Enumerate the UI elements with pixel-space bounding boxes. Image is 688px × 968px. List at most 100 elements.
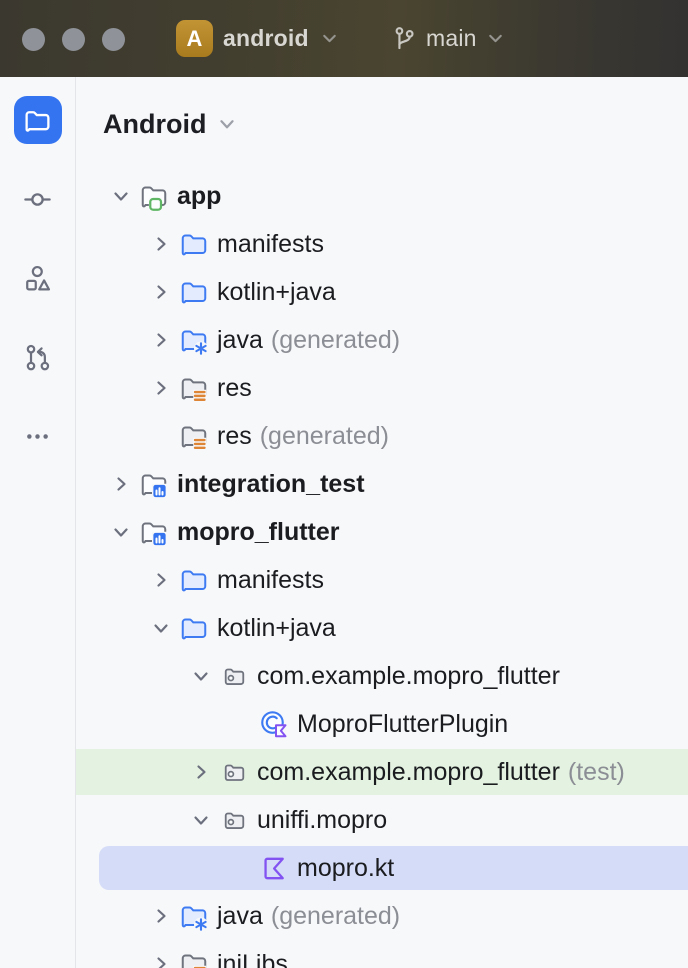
folder-icon [23,106,52,135]
package-icon [219,661,249,691]
res-folder-icon [179,421,209,451]
chevron-right-icon[interactable] [183,748,219,796]
zoom-button[interactable] [102,28,125,51]
tree-item-label: kotlin+java [217,278,336,307]
chevron-down-icon [216,113,238,135]
blue-folder-icon [179,565,209,595]
tree-row[interactable]: res [76,364,688,412]
git-branch-icon [391,25,418,52]
close-button[interactable] [22,28,45,51]
tree-row[interactable]: java (generated) [76,892,688,940]
tree-item-label: uniffi.mopro [257,806,387,835]
chevron-right-icon[interactable] [143,556,179,604]
tree-item-label: java [217,326,263,355]
tree-item-label: mopro.kt [297,854,394,883]
tool-button-project[interactable] [14,96,62,144]
chevron-down-icon[interactable] [143,604,179,652]
tree-row[interactable]: manifests [76,220,688,268]
tree-item-label: com.example.mopro_flutter [257,662,560,691]
tree-row[interactable]: com.example.mopro_flutter (test) [76,748,688,796]
chevron-right-icon[interactable] [143,316,179,364]
tree-row[interactable]: mopro_flutter [76,508,688,556]
res-folder-icon [179,949,209,968]
generated-folder-icon [179,325,209,355]
chevron-right-icon[interactable] [143,364,179,412]
tree-item-label: kotlin+java [217,614,336,643]
tree-row[interactable]: kotlin+java [76,268,688,316]
minimize-button[interactable] [62,28,85,51]
tree-item-label: mopro_flutter [177,518,340,547]
tool-button-structure[interactable] [14,254,62,302]
tree-row[interactable]: manifests [76,556,688,604]
branch-selector-button[interactable]: main [391,0,506,77]
chevron-right-icon[interactable] [143,892,179,940]
package-icon [219,757,249,787]
blue-folder-icon [179,229,209,259]
res-folder-icon [179,373,209,403]
tree-item-suffix: (test) [568,758,625,787]
window-controls [22,28,125,51]
module-folder-icon [139,469,169,499]
view-selector-label: Android [103,109,206,140]
tree-item-label: jniLibs [217,950,288,968]
blue-folder-icon [179,613,209,643]
tree-item-label: manifests [217,566,324,595]
tree-item-label: manifests [217,230,324,259]
chevron-right-icon[interactable] [143,220,179,268]
tree-item-suffix: (generated) [271,326,400,355]
chevron-down-icon[interactable] [183,796,219,844]
branch-name: main [426,25,477,52]
project-badge: A [176,20,213,57]
tool-button-commit[interactable] [14,175,62,223]
tree-row[interactable]: res (generated) [76,412,688,460]
kotlin-file-icon [259,853,289,883]
chevron-down-icon [319,28,340,49]
commit-icon [22,184,53,215]
more-icon [22,421,53,452]
view-selector-button[interactable]: Android [76,77,688,145]
project-tree: appmanifestskotlin+javajava(generated)re… [76,172,688,968]
tree-item-label: java [217,902,263,931]
tool-button-more[interactable] [14,412,62,460]
structure-icon [22,263,53,294]
titlebar: A android main [0,0,688,77]
tree-item-label: integration_test [177,470,365,499]
tree-item-label: app [177,182,221,211]
generated-folder-icon [179,901,209,931]
package-icon [219,805,249,835]
chevron-down-icon[interactable] [183,652,219,700]
project-selector-button[interactable]: A android [176,0,340,77]
tool-window-stripe [0,77,76,968]
tree-item-suffix: (generated) [260,422,389,451]
chevron-right-icon[interactable] [143,940,179,968]
tree-row[interactable]: jniLibs [76,940,688,968]
chevron-spacer [223,700,259,748]
chevron-down-icon[interactable] [103,172,139,220]
tree-row[interactable]: mopro.kt [76,844,688,892]
chevron-right-icon[interactable] [143,268,179,316]
project-name: android [223,25,309,52]
tree-row[interactable]: uniffi.mopro [76,796,688,844]
tree-item-label: res [217,422,252,451]
android-app-folder-icon [139,181,169,211]
chevron-down-icon[interactable] [103,508,139,556]
tree-item-label: MoproFlutterPlugin [297,710,508,739]
tree-item-suffix: (generated) [271,902,400,931]
kotlin-class-icon [259,709,289,739]
tree-item-label: com.example.mopro_flutter [257,758,560,787]
chevron-right-icon[interactable] [103,460,139,508]
tree-row[interactable]: kotlin+java [76,604,688,652]
pull-requests-icon [22,342,53,373]
project-panel: Android app manifests kotlin+java java (gene… [76,77,688,968]
tree-row[interactable]: app [76,172,688,220]
tree-row[interactable]: MoproFlutterPlugin [76,700,688,748]
chevron-spacer [143,412,179,460]
tool-button-pull-requests[interactable] [14,333,62,381]
chevron-down-icon [485,28,506,49]
tree-row[interactable]: java (generated) [76,316,688,364]
module-folder-icon [139,517,169,547]
tree-row[interactable]: integration_test [76,460,688,508]
chevron-spacer [223,844,259,892]
tree-row[interactable]: com.example.mopro_flutter [76,652,688,700]
tree-item-label: res [217,374,252,403]
